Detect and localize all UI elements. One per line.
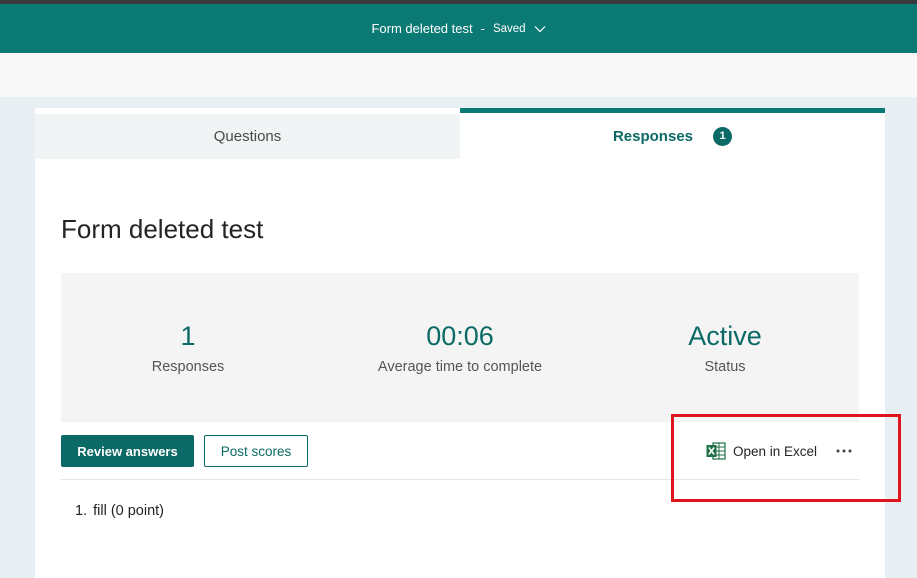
stat-responses: 1 Responses — [78, 273, 298, 422]
app-header: Form deleted test - Saved — [0, 4, 917, 53]
save-status: Saved — [492, 22, 526, 35]
stat-responses-label: Responses — [151, 359, 225, 375]
tab-questions[interactable]: Questions — [35, 114, 460, 159]
tab-questions-label: Questions — [213, 128, 282, 145]
page-title: Form deleted test — [61, 214, 264, 244]
question-number: 1. — [75, 503, 88, 519]
stat-average-time: 00:06 Average time to complete — [350, 273, 570, 422]
stat-responses-value: 1 — [180, 321, 196, 351]
stat-status-value: Active — [688, 321, 762, 351]
annotation-highlight-box — [671, 414, 901, 502]
summary-panel: 1 Responses 00:06 Average time to comple… — [61, 273, 859, 422]
stat-average-time-label: Average time to complete — [377, 359, 543, 375]
header-separator: - — [480, 21, 485, 36]
header-form-title[interactable]: Form deleted test — [371, 21, 472, 36]
responses-count-badge: 1 — [713, 126, 733, 146]
review-answers-button[interactable]: Review answers — [61, 435, 194, 467]
question-text: fill (0 point) — [93, 503, 165, 519]
toolbar-strip — [0, 53, 917, 97]
tab-responses-label: Responses — [612, 127, 694, 145]
question-item[interactable]: 1. fill (0 point) — [75, 503, 164, 519]
chevron-down-icon[interactable] — [534, 25, 546, 33]
tab-responses[interactable]: Responses 1 — [460, 108, 885, 159]
post-scores-button[interactable]: Post scores — [204, 435, 308, 467]
stat-average-time-value: 00:06 — [426, 321, 494, 351]
stat-status: Active Status — [615, 273, 835, 422]
stat-status-label: Status — [704, 359, 746, 375]
